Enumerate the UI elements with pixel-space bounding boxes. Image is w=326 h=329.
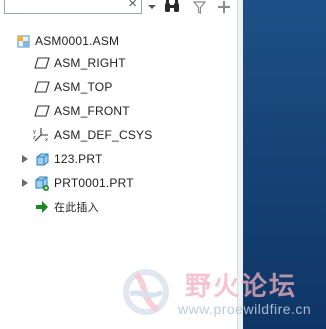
datum-plane-icon bbox=[34, 103, 50, 119]
tree-item-insert-here[interactable]: 在此插入 bbox=[0, 196, 237, 218]
tree-item-label: ASM_FRONT bbox=[54, 104, 130, 118]
svg-text:x: x bbox=[45, 137, 48, 143]
tree-item-label: 在此插入 bbox=[54, 201, 99, 214]
insert-here-icon bbox=[34, 199, 50, 215]
tree-item-asm-front[interactable]: ASM_FRONT bbox=[0, 100, 237, 122]
assembly-icon bbox=[15, 33, 31, 49]
model-tree-toolbar: × bbox=[0, 0, 237, 20]
expand-arrow-icon[interactable] bbox=[20, 154, 30, 164]
add-icon[interactable] bbox=[217, 0, 231, 14]
tree-item-label: ASM_RIGHT bbox=[54, 56, 126, 70]
tree-item-label: ASM_TOP bbox=[54, 80, 113, 94]
graphics-area[interactable] bbox=[243, 0, 326, 329]
expand-arrow-icon[interactable] bbox=[20, 178, 30, 188]
csys-icon: y x z bbox=[33, 127, 49, 143]
tree-item-123-prt[interactable]: 123.PRT bbox=[0, 148, 237, 170]
tree-item-label: ASM_DEF_CSYS bbox=[54, 128, 153, 142]
search-input[interactable]: × bbox=[4, 0, 142, 14]
tree-root-row[interactable]: ASM0001.ASM bbox=[0, 30, 237, 52]
tree-root-label: ASM0001.ASM bbox=[35, 34, 120, 48]
clear-search-icon[interactable]: × bbox=[128, 0, 137, 12]
dropdown-icon[interactable] bbox=[147, 0, 157, 14]
tree-item-asm-right[interactable]: ASM_RIGHT bbox=[0, 52, 237, 74]
tree-item-label: 123.PRT bbox=[54, 152, 103, 166]
tree-item-prt0001-prt[interactable]: PRT0001.PRT bbox=[0, 172, 237, 194]
tree-item-asm-top[interactable]: ASM_TOP bbox=[0, 76, 237, 98]
datum-plane-icon bbox=[34, 55, 50, 71]
part-new-icon bbox=[34, 175, 50, 191]
filter-icon[interactable] bbox=[192, 0, 206, 14]
find-icon[interactable] bbox=[164, 0, 180, 14]
datum-plane-icon bbox=[34, 79, 50, 95]
tree-item-label: PRT0001.PRT bbox=[54, 176, 134, 190]
svg-text:z: z bbox=[33, 135, 36, 141]
model-tree-panel: × ASM0001.ASM ASM_RIGHT ASM_TOP ASM_FRON… bbox=[0, 0, 243, 329]
tree-item-asm-def-csys[interactable]: y x z ASM_DEF_CSYS bbox=[0, 124, 237, 146]
part-icon bbox=[34, 151, 50, 167]
